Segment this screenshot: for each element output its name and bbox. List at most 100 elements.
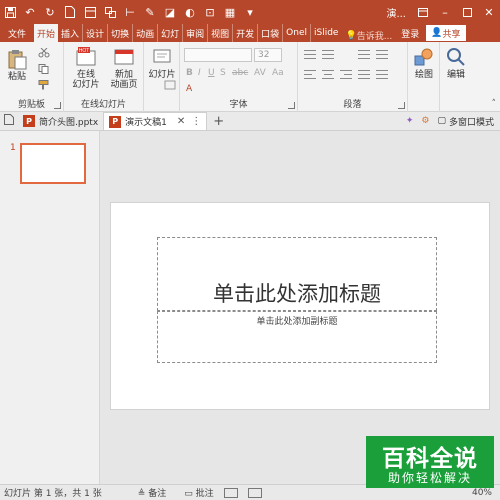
slide-canvas[interactable]: 单击此处添加标题 单击此处添加副标题 [110, 202, 490, 410]
share-label: 共享 [442, 29, 461, 40]
close-icon[interactable]: ✕ [478, 0, 500, 24]
tell-me-box[interactable]: 💡 告诉我... [341, 29, 396, 43]
multi-window-button[interactable]: ✦ ⚙ ▢ 多窗口模式 [406, 115, 494, 128]
tab-transitions[interactable]: 切换 [107, 24, 132, 42]
tab-onekey[interactable]: Onel [282, 24, 310, 42]
title-placeholder[interactable]: 单击此处添加标题 [157, 237, 437, 311]
undo-icon[interactable]: ↶ [20, 0, 40, 24]
paragraph-group-label: 段落 [343, 100, 362, 110]
effects-icon[interactable]: ◐ [180, 0, 200, 24]
layout-icon[interactable] [80, 0, 100, 24]
login-button[interactable]: 登录 [396, 24, 424, 42]
document-icon[interactable] [60, 0, 80, 24]
brush-icon[interactable]: ◪ [160, 0, 180, 24]
edit-button[interactable]: 编辑 [442, 46, 470, 80]
new-anim-page-button[interactable]: 新加 动画页 [106, 46, 142, 90]
underline-icon[interactable]: U [208, 68, 215, 78]
tab-home[interactable]: 开始 [34, 24, 59, 42]
clipboard-launcher-icon[interactable] [54, 102, 61, 109]
font-launcher-icon[interactable] [288, 102, 295, 109]
cut-icon[interactable] [38, 48, 50, 58]
tab-islide[interactable]: iSlide [310, 24, 341, 42]
tab-pocket[interactable]: 口袋 [257, 24, 282, 42]
paste-button[interactable]: 粘贴 [6, 48, 28, 82]
maximize-icon[interactable] [456, 0, 478, 24]
watermark-main: 百科全说 [382, 446, 478, 472]
font-name-box[interactable] [184, 48, 252, 62]
doc-list-icon[interactable] [4, 114, 18, 128]
online-slides-group: HOT 在线 幻灯片 新加 动画页 在线幻灯片 [64, 42, 144, 112]
more-icon[interactable]: ⋮ [191, 116, 201, 127]
arrange-icon[interactable]: ⊡ [200, 0, 220, 24]
tab-animations[interactable]: 动画 [132, 24, 157, 42]
title-bar: ↶ ↻ ⊢ ✎ ◪ ◐ ⊡ ▦ ▾ 演... – ✕ [0, 0, 500, 24]
slide-layout-icon[interactable] [164, 80, 176, 90]
doc-tab-intro[interactable]: P 简介头图.pptx [18, 112, 103, 130]
redo-icon[interactable]: ↻ [40, 0, 60, 24]
paragraph-launcher-icon[interactable] [398, 102, 405, 109]
paragraph-group: 段落 [298, 42, 408, 112]
tab-file[interactable]: 文件 [0, 24, 34, 42]
align-icon[interactable]: ⊢ [120, 0, 140, 24]
comment-icon: ▭ [184, 489, 193, 499]
tab-view[interactable]: 视图 [207, 24, 232, 42]
multi-window-label: 多窗口模式 [448, 117, 494, 128]
share-button[interactable]: 👤 共享 [426, 25, 466, 41]
paste-icon [8, 50, 27, 70]
subtitle-placeholder-text: 单击此处添加副标题 [256, 317, 338, 327]
pptx-icon: P [109, 115, 122, 128]
add-tab-icon[interactable]: + [213, 114, 224, 129]
sorter-view-icon[interactable] [247, 487, 262, 498]
comments-button[interactable]: ▭ 批注 [184, 486, 213, 499]
subtitle-placeholder[interactable]: 单击此处添加副标题 [157, 311, 437, 363]
slide-count: 幻灯片 第 1 张，共 1 张 [4, 489, 102, 499]
bold-icon[interactable]: B [186, 68, 193, 78]
title-placeholder-text: 单击此处添加标题 [213, 282, 381, 306]
online-slides-group-label: 在线幻灯片 [80, 100, 126, 110]
tab-review[interactable]: 审阅 [182, 24, 207, 42]
tab-insert[interactable]: 插入 [58, 24, 82, 42]
collapse-ribbon-icon[interactable]: ˄ [492, 99, 497, 109]
format-painter-icon[interactable] [38, 80, 50, 90]
notes-icon: ≜ [137, 489, 146, 499]
online-slides-label: 在线 幻灯片 [72, 70, 100, 90]
close-tab-icon[interactable]: ✕ [177, 116, 185, 127]
shadow-icon[interactable]: S [220, 68, 226, 78]
save-icon[interactable] [0, 0, 20, 24]
ribbon-display-icon[interactable] [412, 0, 434, 24]
customize-icon[interactable]: ▾ [240, 0, 260, 24]
spacing-icon[interactable]: AV [254, 68, 266, 78]
font-color-icon[interactable]: A [186, 84, 192, 94]
shapes-icon [414, 48, 433, 66]
online-slides-button[interactable]: HOT 在线 幻灯片 [68, 46, 104, 90]
case-icon[interactable]: Aa [272, 68, 284, 78]
new-slide-button[interactable]: 幻灯片 [147, 46, 177, 80]
thumbnail-pane: 1 [0, 131, 100, 484]
window-title: 演... [386, 8, 406, 20]
notes-button[interactable]: ≜ 备注 [138, 486, 166, 499]
italic-icon[interactable]: I [198, 68, 201, 78]
slide-thumbnail[interactable] [20, 143, 86, 184]
copy-icon[interactable] [38, 64, 50, 74]
font-size-box[interactable]: 32 [254, 48, 282, 62]
draw-button[interactable]: 绘图 [411, 46, 437, 80]
strike-icon[interactable]: abc [232, 68, 248, 78]
settings-icon[interactable]: ⚙ [421, 116, 429, 126]
grid-icon[interactable]: ▦ [220, 0, 240, 24]
zoom-level[interactable]: 40% [472, 488, 492, 498]
new-slide-label: 幻灯片 [148, 70, 176, 80]
doc-tab-presentation1[interactable]: P 演示文稿1 ✕ ⋮ [103, 112, 208, 130]
shape-icon[interactable] [100, 0, 120, 24]
normal-view-icon[interactable] [223, 487, 238, 498]
pin-icon[interactable]: ✦ [406, 116, 414, 126]
tab-design[interactable]: 设计 [82, 24, 107, 42]
notes-label: 备注 [148, 489, 167, 499]
minimize-icon[interactable]: – [434, 0, 456, 24]
edit-label: 编辑 [446, 70, 465, 80]
editing-group: 编辑 ˄ [440, 42, 500, 112]
tab-developer[interactable]: 开发 [232, 24, 257, 42]
new-anim-page-label: 新加 动画页 [110, 70, 138, 90]
tab-slideshow[interactable]: 幻灯 [157, 24, 182, 42]
font-group-label: 字体 [229, 100, 248, 110]
pen-icon[interactable]: ✎ [140, 0, 160, 24]
